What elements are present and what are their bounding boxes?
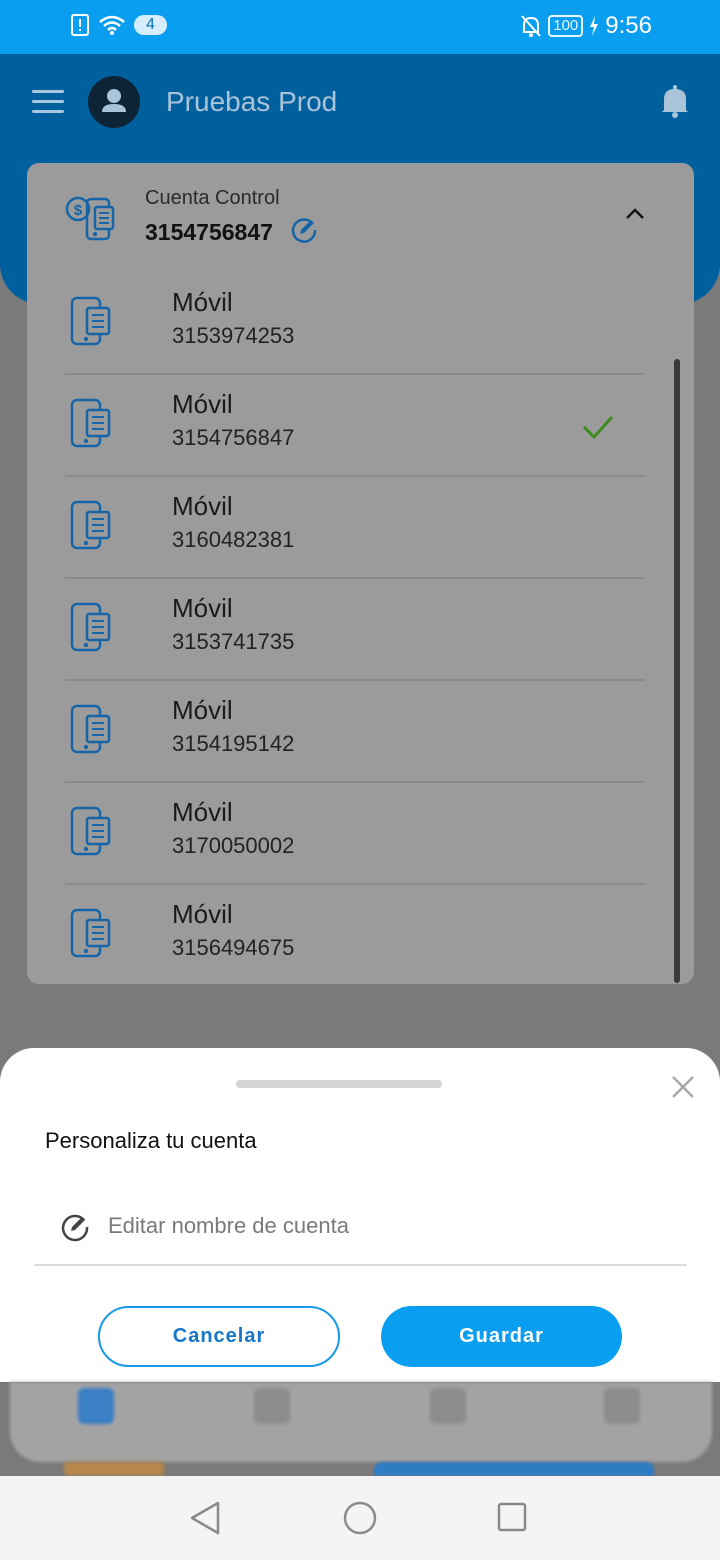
hamburger-menu-icon[interactable] <box>32 90 64 114</box>
wifi-icon <box>99 15 125 35</box>
status-right: 100 9:56 <box>520 12 652 40</box>
line-number: 3154195142 <box>172 731 295 756</box>
mobile-bill-icon <box>70 806 111 856</box>
line-name: Móvil <box>172 593 233 623</box>
line-number: 3160482381 <box>172 527 295 552</box>
line-item[interactable]: Móvil 3170050002 <box>65 783 645 885</box>
account-type-label: Cuenta Control <box>145 187 280 209</box>
mobile-bill-icon <box>70 602 111 652</box>
header-title: Pruebas Prod <box>166 86 338 117</box>
mobile-bill-icon <box>70 500 111 550</box>
avatar[interactable] <box>88 76 140 128</box>
line-number: 3156494675 <box>172 935 295 960</box>
line-list: Móvil 3153974253 Móvil 3154756847 Móvil 31604… <box>65 273 645 984</box>
notification-count-badge: 4 <box>134 15 167 35</box>
line-name: Móvil <box>172 797 233 827</box>
bell-icon[interactable] <box>660 84 690 118</box>
recent-apps-icon[interactable] <box>497 1502 527 1532</box>
home-icon <box>78 1388 114 1424</box>
clock: 9:56 <box>605 12 652 39</box>
line-number: 3153974253 <box>172 323 295 348</box>
edit-icon <box>61 1214 89 1242</box>
bell-off-icon <box>521 15 541 37</box>
mobile-bill-icon <box>70 908 111 958</box>
save-button[interactable]: Guardar <box>381 1306 622 1367</box>
sim-alert-icon <box>71 14 89 36</box>
nav-support <box>562 1388 682 1428</box>
svg-text:$: $ <box>74 202 83 219</box>
line-item[interactable]: Móvil 3154756847 <box>65 375 645 477</box>
back-icon[interactable] <box>188 1500 222 1536</box>
account-selector-card: $ Cuenta Control 3154756847 Móvil 3153974… <box>27 163 694 984</box>
line-name: Móvil <box>172 287 233 317</box>
mobile-bill-icon <box>70 704 111 754</box>
charging-icon <box>590 16 599 36</box>
line-name: Móvil <box>172 899 233 929</box>
status-bar: 4 100 9:56 <box>0 0 720 54</box>
line-item[interactable]: Móvil 3160482381 <box>65 477 645 579</box>
line-item[interactable]: Móvil 3153974253 <box>65 273 645 375</box>
line-name: Móvil <box>172 695 233 725</box>
account-name-field[interactable] <box>34 1198 687 1266</box>
mobile-bill-icon <box>70 296 111 346</box>
home-circle-icon[interactable] <box>343 1501 377 1535</box>
close-icon[interactable] <box>670 1074 696 1100</box>
line-item[interactable]: Móvil 3153741735 <box>65 579 645 681</box>
invoice-icon <box>254 1388 290 1424</box>
nav-invoices <box>212 1388 332 1428</box>
check-icon <box>582 415 614 440</box>
system-navigation-bar <box>0 1476 720 1560</box>
support-icon <box>604 1388 640 1424</box>
status-left: 4 <box>70 14 167 36</box>
edit-account-name-icon[interactable] <box>290 216 318 244</box>
customize-account-sheet: Personaliza tu cuenta Cancelar Guardar <box>0 1048 720 1382</box>
chevron-up-icon[interactable] <box>624 207 646 221</box>
drag-handle[interactable] <box>236 1080 442 1088</box>
user-icon <box>102 89 126 112</box>
battery-level: 100 <box>548 15 584 37</box>
nav-home <box>36 1388 156 1428</box>
account-bill-icon: $ <box>65 196 115 241</box>
background-button-peek <box>374 1462 654 1476</box>
account-number: 3154756847 <box>145 219 273 245</box>
nav-offers <box>388 1388 508 1428</box>
sheet-title: Personaliza tu cuenta <box>45 1128 257 1153</box>
line-item[interactable]: Móvil 3154195142 <box>65 681 645 783</box>
line-name: Móvil <box>172 491 233 521</box>
offers-icon <box>430 1388 466 1424</box>
background-amount-peek <box>64 1462 164 1476</box>
line-number: 3170050002 <box>172 833 295 858</box>
account-header[interactable]: $ Cuenta Control 3154756847 <box>27 163 694 273</box>
list-scrollbar[interactable] <box>674 359 680 983</box>
bottom-navigation <box>10 1382 712 1462</box>
cancel-button[interactable]: Cancelar <box>98 1306 340 1367</box>
line-number: 3153741735 <box>172 629 295 654</box>
line-item[interactable]: Móvil 3156494675 <box>65 885 645 984</box>
line-number: 3154756847 <box>172 425 295 450</box>
mobile-bill-icon <box>70 398 111 448</box>
account-name-input[interactable] <box>108 1204 668 1248</box>
line-name: Móvil <box>172 389 233 419</box>
